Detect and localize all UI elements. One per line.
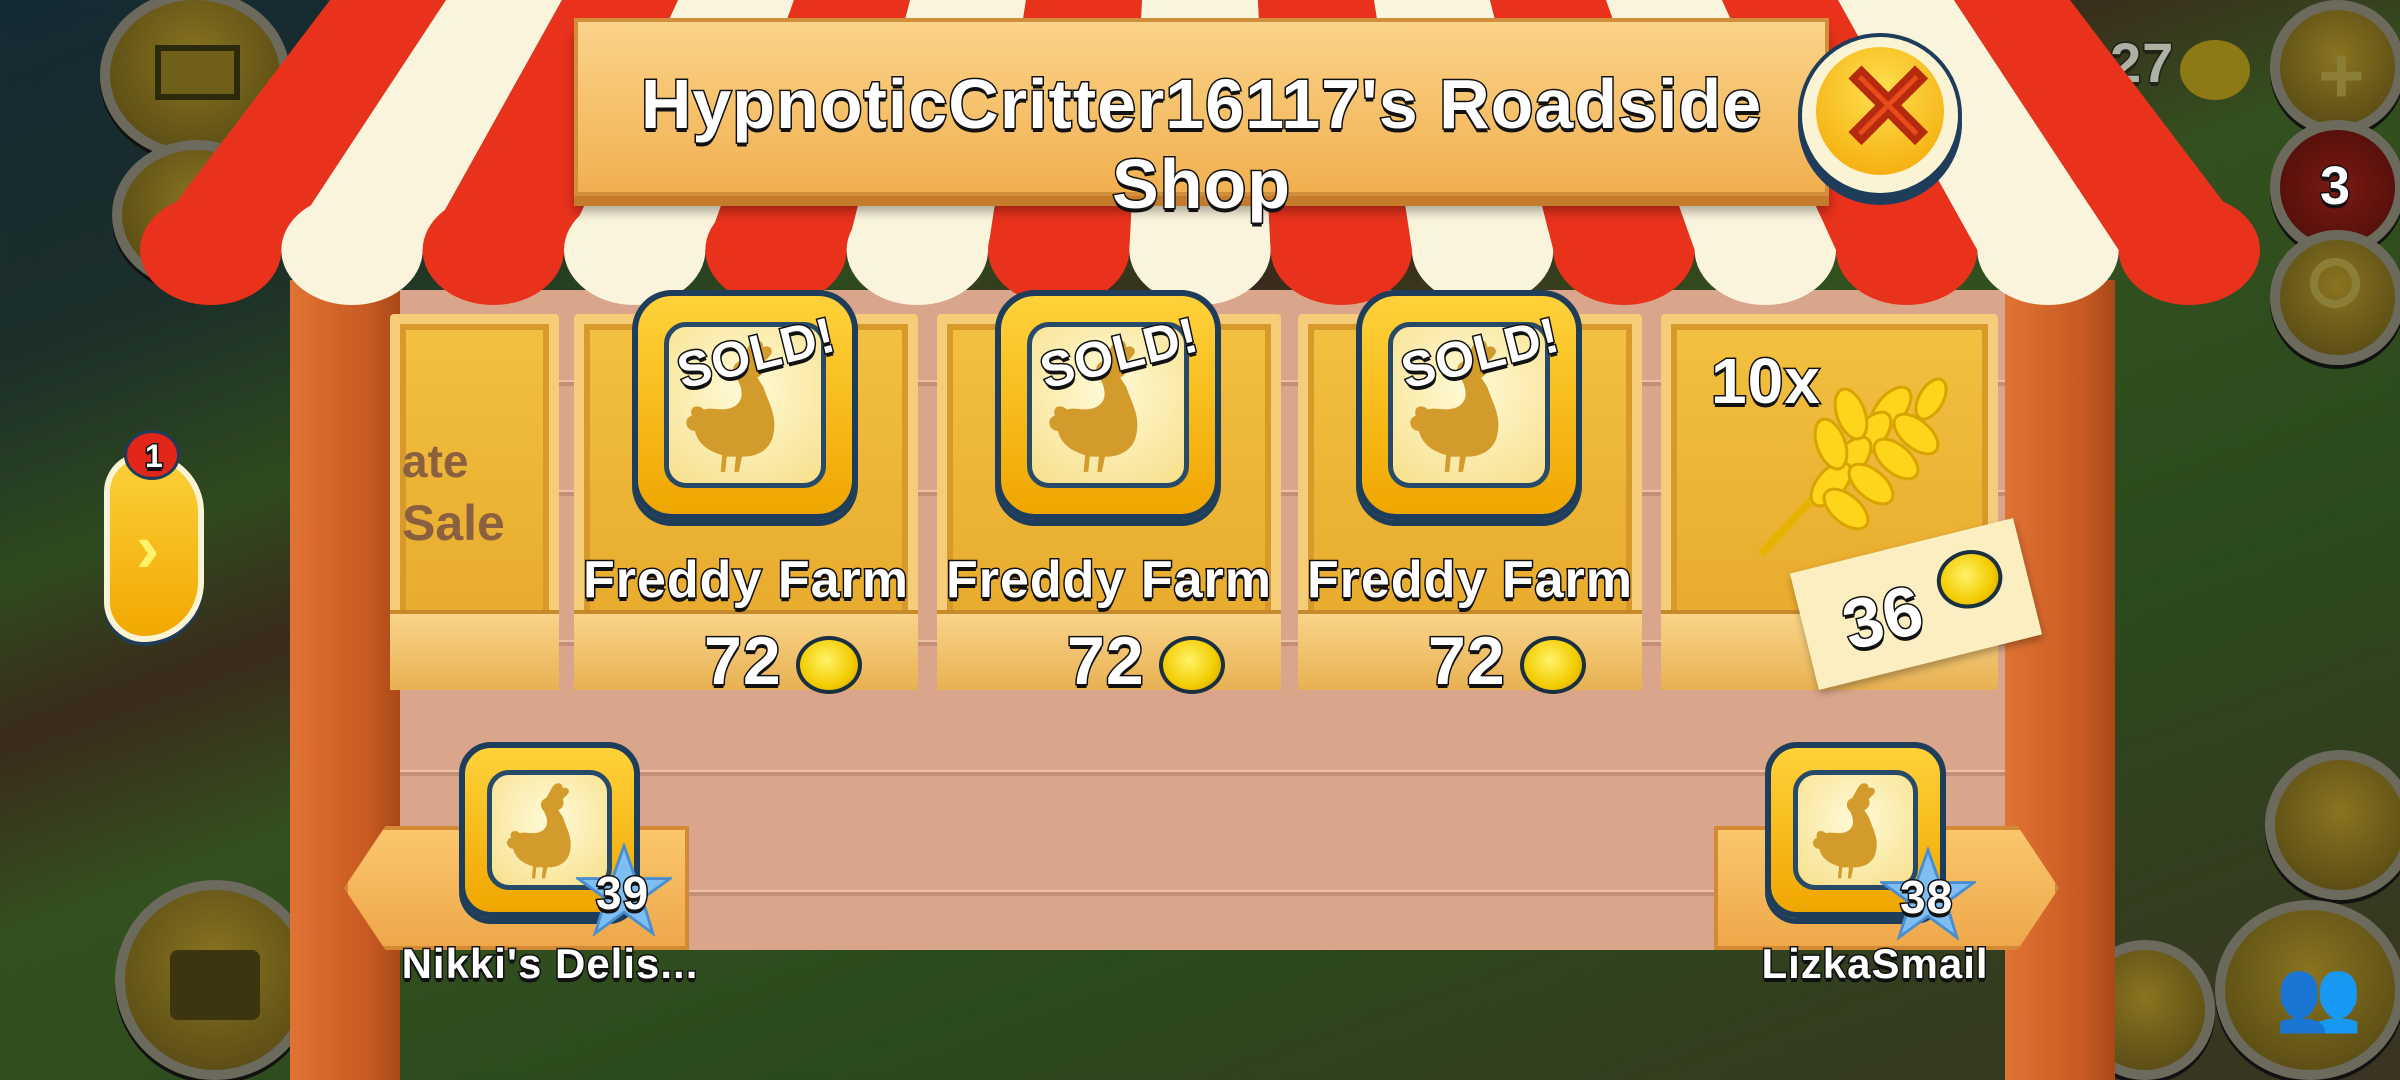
create-sale-text-1: ate [402, 435, 469, 487]
crate-wheat[interactable]: 10x 36 [1661, 314, 2043, 691]
awning-scallop [140, 195, 282, 305]
expand-side-panel-button[interactable]: › [104, 452, 204, 642]
next-shop-level: 38 [1898, 870, 1954, 925]
create-sale-text-2: Sale [402, 495, 505, 551]
item-seller-name: Freddy Farm [1306, 550, 1634, 611]
awning-scallop [281, 195, 423, 305]
item-price: 72 [703, 622, 783, 701]
shop-post-left [290, 280, 400, 1080]
close-x-icon: ✕ [1837, 40, 1941, 177]
shop-post-right [2005, 280, 2115, 1080]
friends-icon: 👥 [2275, 956, 2363, 1034]
shop-cash-register-button[interactable] [115, 880, 315, 1080]
cash-register-icon [170, 950, 260, 1020]
coin-icon [1930, 543, 2009, 616]
shop-slot[interactable]: SOLD! Freddy Farm 72 [937, 290, 1281, 701]
item-price: 72 [1427, 622, 1507, 701]
friends-button[interactable]: 👥 [2215, 900, 2400, 1080]
coin-icon [1520, 636, 1586, 694]
shop-slot[interactable]: SOLD! Freddy Farm 72 [1298, 290, 1642, 701]
badge-count: 1 [144, 437, 165, 476]
prev-shop-name: Nikki's Delis... [400, 939, 699, 989]
coin-icon [796, 636, 862, 694]
expand-button[interactable] [2265, 750, 2400, 900]
awning-scallop [422, 195, 564, 305]
prev-shop-level: 39 [594, 866, 650, 921]
shop-slot[interactable]: SOLD! Freddy Farm 72 [574, 290, 918, 701]
awning-scallop [2118, 195, 2260, 305]
title-banner: HypnoticCritter16117's Roadside Shop [574, 18, 1829, 225]
crate-partial[interactable]: ate Sale [390, 314, 559, 690]
item-seller-name: Freddy Farm [582, 550, 910, 611]
wheat-price: 36 [1834, 568, 1933, 666]
close-button[interactable]: ✕ [1798, 33, 1962, 197]
notification-badge: 1 [124, 430, 180, 480]
next-shop-name: LizkaSmail [1760, 939, 1989, 989]
coin-icon [1159, 636, 1225, 694]
item-seller-name: Freddy Farm [945, 550, 1273, 611]
item-price: 72 [1066, 622, 1146, 701]
chevron-right-icon: › [136, 509, 160, 587]
shop-title: HypnoticCritter16117's Roadside Shop [639, 64, 1763, 225]
